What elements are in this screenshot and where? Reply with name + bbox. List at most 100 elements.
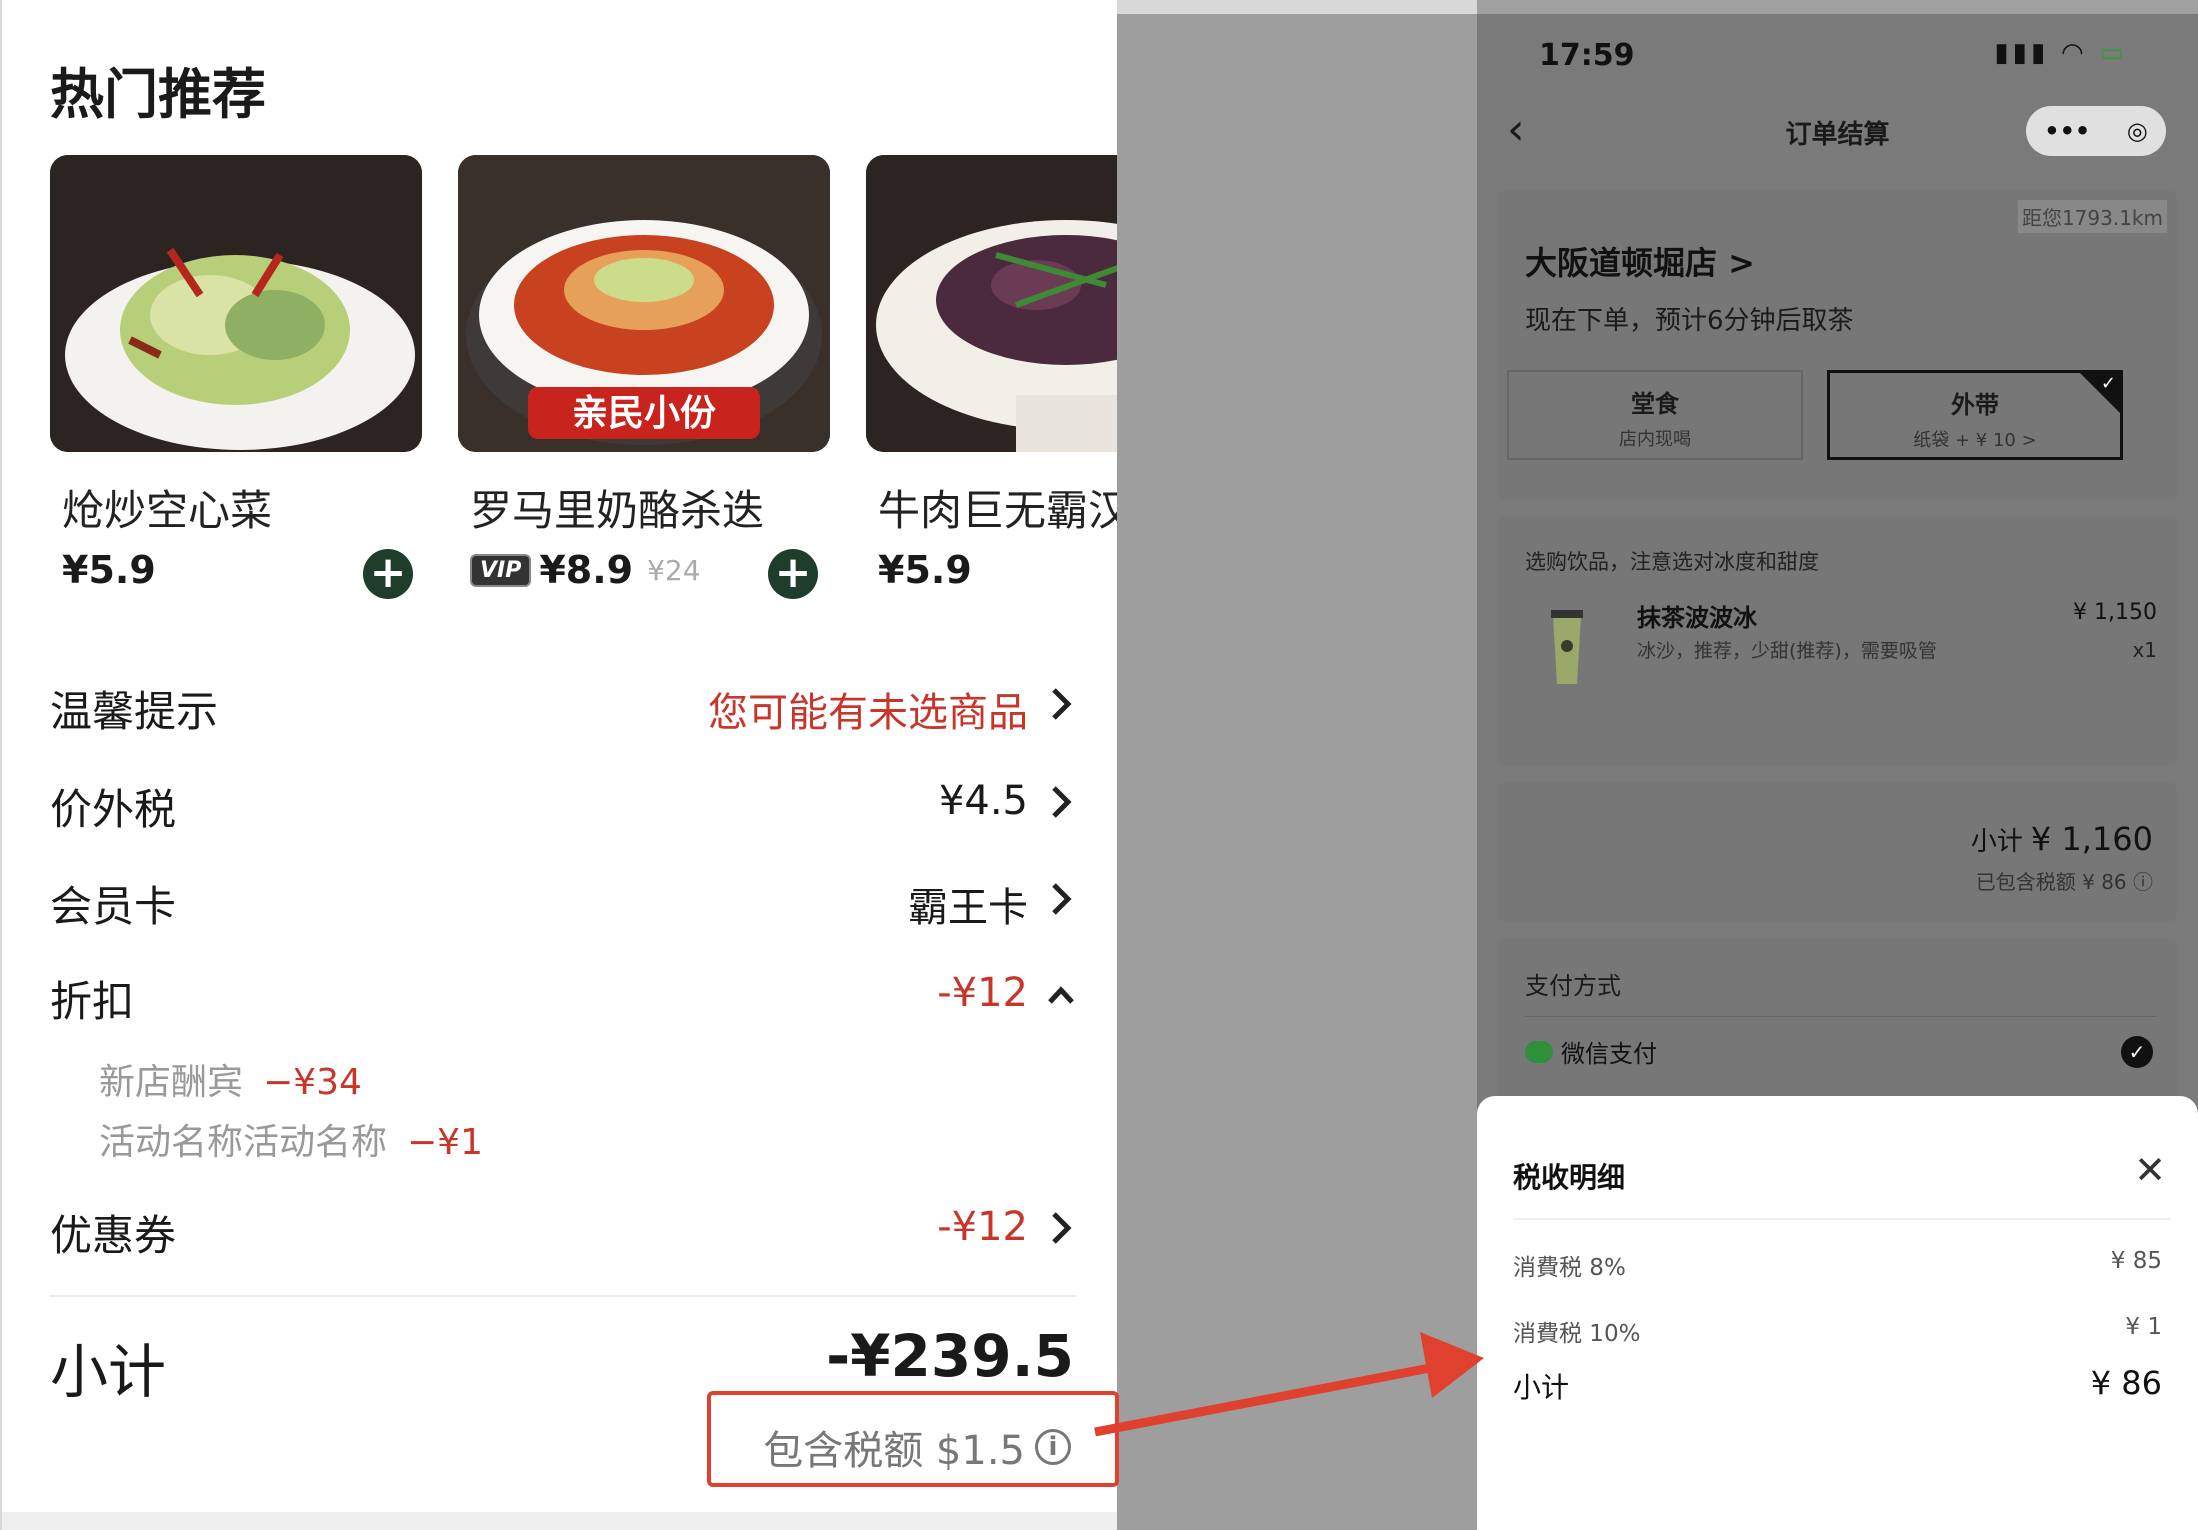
discount-label: 折扣 (50, 977, 135, 1026)
coupon-value: -¥12 (937, 1204, 1028, 1250)
close-target-icon[interactable]: ◎ (2127, 117, 2148, 145)
price-row: VIP ¥8.9 ¥24 (470, 545, 701, 595)
product-photo[interactable]: 亲民小份 (458, 155, 830, 452)
more-icon[interactable]: ••• (2044, 117, 2090, 145)
discount-item-name: 活动名称活动名称 (99, 1122, 388, 1163)
product-name: 罗马里奶酪杀迭 (470, 486, 765, 535)
status-time: 17:59 (1539, 38, 1635, 73)
discount-item: 新店酬宾 −¥34 (99, 1053, 362, 1105)
drink-card: 选购饮品，注意选对冰度和甜度 抹茶波波冰 冰沙，推荐，少甜(推荐)，需要吸管 ¥… (1497, 516, 2177, 766)
discount-item: 活动名称活动名称 −¥1 (99, 1113, 483, 1165)
tax-total-label: 小计 (1513, 1371, 1570, 1404)
product-price: ¥5.9 (878, 548, 972, 592)
tax-total: 小计 ¥ 86 (1513, 1364, 2162, 1406)
coupon-row[interactable]: 优惠券 -¥12 (50, 1202, 1076, 1262)
option-subtitle: 纸袋 + ¥ 10 > (1913, 430, 2037, 451)
subtotal-card: 小计 ¥ 1,160 已包含税额 ¥ 86 ⓘ (1497, 782, 2177, 922)
payment-title: 支付方式 (1525, 972, 1621, 1000)
coupon-label: 优惠券 (50, 1211, 177, 1260)
product-price: ¥8.9 (539, 548, 634, 592)
product-card[interactable]: 炝炒空心菜 ¥5.9 (50, 155, 422, 592)
option-title: 外带 (1951, 391, 1999, 419)
product-card[interactable]: 牛肉巨无霸汉 ¥5.9 (866, 155, 1119, 592)
tax-line-value: ¥ 1 (2125, 1314, 2162, 1340)
product-price: ¥5.9 (62, 548, 156, 592)
divider (1513, 1218, 2170, 1220)
tax-label: 价外税 (50, 785, 177, 834)
chevron-right-icon (1052, 883, 1072, 915)
divider (1525, 1016, 2157, 1017)
tax-line-value: ¥ 85 (2110, 1248, 2162, 1274)
chevron-right-icon (1052, 786, 1072, 818)
product-photo[interactable] (866, 155, 1119, 452)
checked-icon[interactable]: ✓ (2121, 1036, 2153, 1068)
close-icon[interactable]: ✕ (2134, 1148, 2166, 1192)
subtotal-line: 小计 ¥ 1,160 (1971, 820, 2153, 858)
drink-qty: x1 (2132, 638, 2157, 662)
signal-icon: ▮▮▮ (1994, 38, 2050, 68)
option-subtitle: 店内现喝 (1619, 429, 1691, 450)
status-bar: 17:59 ▮▮▮ ◠ ▭ (1477, 14, 2198, 94)
check-icon: ✓ (2100, 373, 2116, 394)
discount-value: -¥12 (937, 970, 1028, 1016)
tax-row[interactable]: 价外税 ¥4.5 (50, 776, 1076, 836)
drink-note: 选购饮品，注意选对冰度和甜度 (1525, 550, 1819, 574)
discount-row[interactable]: 折扣 -¥12 (50, 968, 1076, 1028)
wifi-icon: ◠ (2062, 38, 2087, 68)
chevron-right-icon (1052, 1212, 1072, 1244)
section-title: 热门推荐 (50, 63, 266, 126)
drink-desc: 冰沙，推荐，少甜(推荐)，需要吸管 (1637, 640, 1937, 662)
tax-line-label: 消費税 8% (1513, 1255, 1626, 1281)
phone-screen: 17:59 ▮▮▮ ◠ ▭ ‹ 订单结算 ••• ◎ 大阪道顿堀店 > 距您17… (1477, 14, 2198, 1530)
store-name[interactable]: 大阪道顿堀店 > (1525, 238, 1755, 284)
tax-included-link[interactable]: 已包含税额 ¥ 86 ⓘ (1976, 866, 2153, 895)
tax-total-value: ¥ 86 (2090, 1364, 2162, 1402)
middle-gray-area (1117, 0, 1477, 1530)
add-to-cart-button[interactable]: + (363, 549, 413, 599)
subtotal-value: -¥239.5 (826, 1322, 1074, 1390)
tip-label: 温馨提示 (50, 687, 219, 736)
member-label: 会员卡 (50, 882, 177, 931)
wechat-pay-label: 微信支付 (1561, 1040, 1657, 1068)
original-price: ¥24 (647, 553, 701, 587)
product-name: 炝炒空心菜 (62, 486, 273, 535)
pickup-estimate: 现在下单，预计6分钟后取茶 (1525, 306, 1854, 336)
wechat-pay-option[interactable]: 微信支付 (1525, 1034, 1657, 1069)
tax-detail-sheet: 税收明细 ✕ 消費税 8% ¥ 85 消費税 10% ¥ 1 小计 ¥ 86 (1477, 1096, 2198, 1530)
product-photo[interactable] (50, 155, 422, 452)
highlight-box (707, 1391, 1119, 1487)
product-name: 牛肉巨无霸汉 (878, 486, 1119, 535)
takeaway-option[interactable]: 外带 纸袋 + ¥ 10 > ✓ (1827, 370, 2123, 460)
discount-item-amount: −¥1 (407, 1122, 483, 1163)
discount-item-name: 新店酬宾 (99, 1062, 244, 1103)
subtotal-value: ¥ 1,160 (2030, 820, 2153, 858)
mini-program-capsule[interactable]: ••• ◎ (2026, 106, 2166, 156)
chevron-right-icon (1052, 688, 1072, 720)
subtotal-label: 小计 (50, 1338, 167, 1406)
vip-badge: VIP (470, 553, 532, 587)
tip-row[interactable]: 温馨提示 您可能有未选商品 (50, 678, 1076, 738)
tax-line-label: 消費税 10% (1513, 1321, 1641, 1347)
add-to-cart-button[interactable]: + (768, 549, 818, 599)
divider (50, 1295, 1076, 1297)
wechat-icon (1525, 1040, 1553, 1063)
drink-price: ¥ 1,150 (2073, 600, 2157, 625)
battery-icon: ▭ (2099, 38, 2128, 68)
left-panel: 热门推荐 炝炒空心菜 ¥5.9 + 亲民小份 罗马里奶酪杀迭 VIP ¥8.9 … (0, 0, 1119, 1530)
drink-cup-icon (1551, 610, 1583, 684)
option-title: 堂食 (1631, 390, 1679, 418)
chevron-up-icon (1048, 986, 1074, 1004)
sheet-title: 税收明细 (1513, 1161, 1626, 1194)
price-row: ¥5.9 (878, 545, 972, 595)
product-card[interactable]: 亲民小份 罗马里奶酪杀迭 VIP ¥8.9 ¥24 (458, 155, 830, 592)
tax-line: 消費税 10% ¥ 1 (1513, 1314, 2162, 1348)
dine-in-option[interactable]: 堂食 店内现喝 (1507, 370, 1803, 460)
tip-value: 您可能有未选商品 (708, 690, 1028, 736)
distance-label: 距您1793.1km (2017, 200, 2167, 233)
bottom-strip (2, 1512, 1119, 1530)
store-card: 大阪道顿堀店 > 距您1793.1km 现在下单，预计6分钟后取茶 堂食 店内现… (1497, 190, 2177, 500)
tax-value: ¥4.5 (938, 778, 1028, 824)
member-card-row[interactable]: 会员卡 霸王卡 (50, 873, 1076, 933)
top-line (1117, 0, 1477, 14)
member-value: 霸王卡 (908, 885, 1028, 931)
